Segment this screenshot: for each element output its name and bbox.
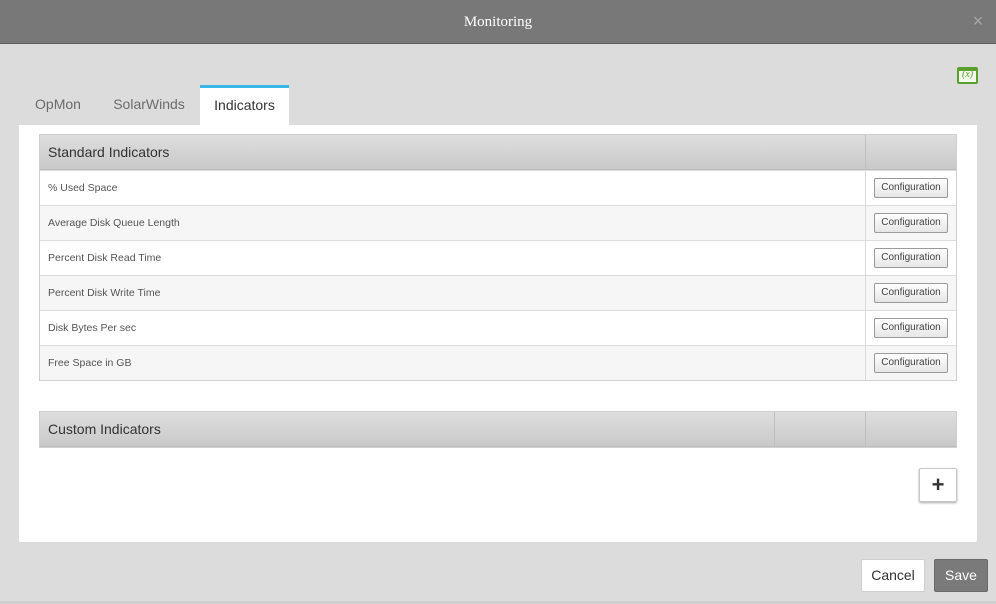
tab-indicators[interactable]: Indicators xyxy=(200,85,289,125)
column-divider xyxy=(865,346,866,380)
tab-solarwinds[interactable]: SolarWinds xyxy=(103,85,195,125)
column-divider xyxy=(865,206,866,240)
variables-icon[interactable]: (x) xyxy=(957,67,978,84)
standard-indicators-title: Standard Indicators xyxy=(48,144,170,160)
column-divider xyxy=(865,311,866,345)
tab-opmon[interactable]: OpMon xyxy=(19,85,97,125)
column-divider xyxy=(774,412,775,446)
indicator-label: Disk Bytes Per sec xyxy=(48,322,137,334)
column-divider xyxy=(865,241,866,275)
column-divider xyxy=(865,171,866,205)
standard-indicators-grid: Standard Indicators % Used Space Configu… xyxy=(39,134,957,381)
save-button[interactable]: Save xyxy=(934,559,988,592)
close-icon[interactable]: × xyxy=(970,12,986,30)
dialog-titlebar: Monitoring × xyxy=(0,0,996,44)
cancel-button[interactable]: Cancel xyxy=(861,559,925,592)
column-divider xyxy=(865,276,866,310)
custom-indicators-grid: Custom Indicators xyxy=(39,411,957,448)
custom-indicators-title: Custom Indicators xyxy=(48,421,161,437)
indicator-row: Average Disk Queue Length Configuration xyxy=(40,205,956,240)
configuration-button[interactable]: Configuration xyxy=(874,178,948,198)
indicators-panel: Standard Indicators % Used Space Configu… xyxy=(19,125,977,542)
configuration-button[interactable]: Configuration xyxy=(874,353,948,373)
column-divider xyxy=(865,412,866,446)
indicator-label: Percent Disk Write Time xyxy=(48,287,161,299)
standard-indicators-header: Standard Indicators xyxy=(40,135,956,170)
custom-indicators-header: Custom Indicators xyxy=(40,412,956,447)
add-custom-indicator-button[interactable]: + xyxy=(919,468,957,502)
indicator-row: Disk Bytes Per sec Configuration xyxy=(40,310,956,345)
indicator-row: Free Space in GB Configuration xyxy=(40,345,956,380)
dialog-title: Monitoring xyxy=(463,14,533,30)
indicator-label: % Used Space xyxy=(48,182,118,194)
configuration-button[interactable]: Configuration xyxy=(874,283,948,303)
indicator-label: Free Space in GB xyxy=(48,357,132,369)
indicator-label: Percent Disk Read Time xyxy=(48,252,162,264)
configuration-button[interactable]: Configuration xyxy=(874,248,948,268)
configuration-button[interactable]: Configuration xyxy=(874,213,948,233)
column-divider xyxy=(865,135,866,169)
configuration-button[interactable]: Configuration xyxy=(874,318,948,338)
indicator-row: % Used Space Configuration xyxy=(40,170,956,205)
indicator-label: Average Disk Queue Length xyxy=(48,217,180,229)
indicator-row: Percent Disk Read Time Configuration xyxy=(40,240,956,275)
indicator-row: Percent Disk Write Time Configuration xyxy=(40,275,956,310)
